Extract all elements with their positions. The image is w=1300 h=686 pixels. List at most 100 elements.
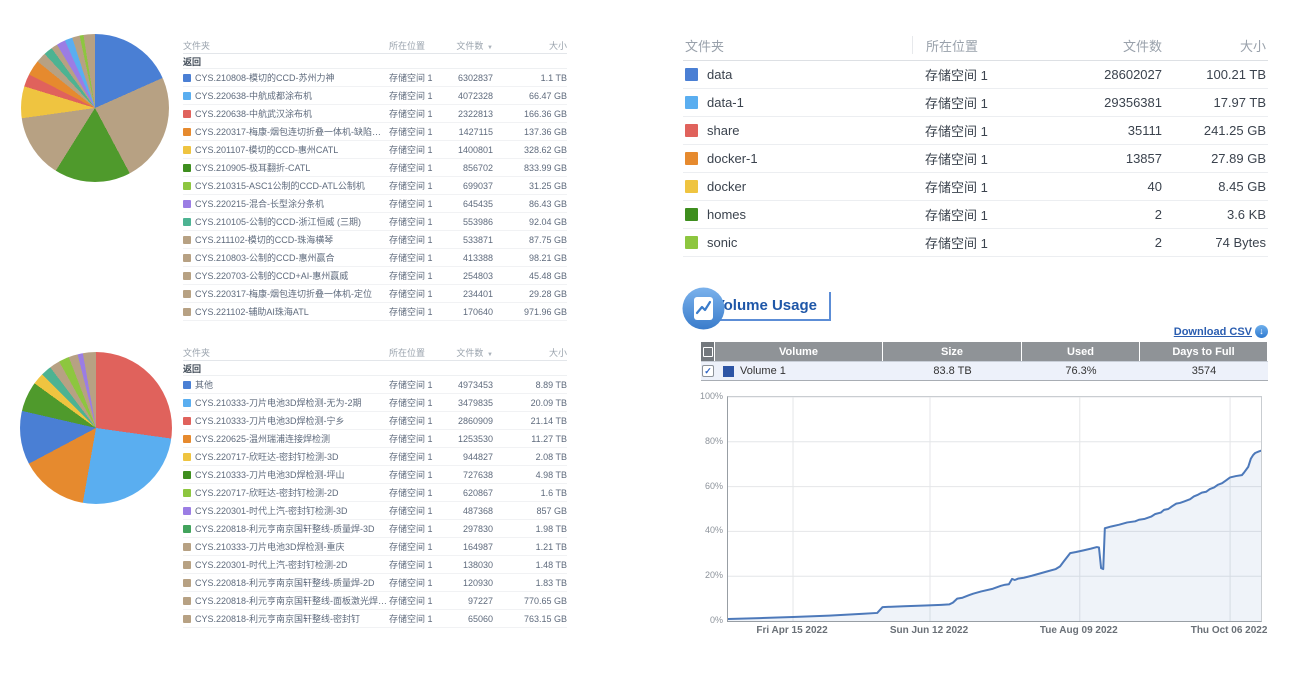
folder-row[interactable]: CYS.210803-公制的CCD-惠州赢合存储空间 141338898.21 … — [183, 249, 567, 267]
folder-row[interactable]: docker-1存储空间 11385727.89 GB — [683, 145, 1268, 173]
column-header-size[interactable]: 大小 — [493, 346, 567, 359]
folder-row[interactable]: share存储空间 135111241.25 GB — [683, 117, 1268, 145]
folder-filecount: 234401 — [437, 289, 493, 299]
folder-location: 存储空间 1 — [389, 468, 437, 481]
folder-name: CYS.221102-辅助AI珠海ATL — [195, 305, 309, 318]
column-header-volume[interactable]: Volume — [715, 342, 883, 361]
back-row[interactable]: 返回 — [183, 54, 567, 69]
column-header-folder[interactable]: 文件夹 — [183, 39, 389, 52]
folder-location: 存储空间 1 — [389, 107, 437, 120]
select-all-checkbox[interactable] — [701, 342, 715, 361]
column-header-size[interactable]: Size — [883, 342, 1022, 361]
folder-location: 存储空间 1 — [389, 504, 437, 517]
folder-row[interactable]: CYS.221102-辅助AI珠海ATL存储空间 1170640971.96 G… — [183, 303, 567, 321]
folder-size: 3.6 KB — [1162, 207, 1268, 222]
column-header-size[interactable]: 大小 — [1162, 36, 1268, 55]
column-header-folder[interactable]: 文件夹 — [183, 346, 389, 359]
folder-row[interactable]: CYS.201107-模切的CCD-惠州CATL存储空间 11400801328… — [183, 141, 567, 159]
column-header-used[interactable]: Used — [1022, 342, 1140, 361]
folder-name-cell: CYS.220818-利元亨南京国轩整线-质量焊-2D — [183, 576, 389, 589]
folder-location: 存储空间 1 — [389, 612, 437, 625]
download-csv-icon[interactable]: ↓ — [1255, 325, 1268, 338]
folder-size: 87.75 GB — [493, 235, 567, 245]
column-header-location[interactable]: 所在位置 — [389, 39, 437, 52]
folder-row[interactable]: CYS.220703-公制的CCD+AI-惠州赢威存储空间 125480345.… — [183, 267, 567, 285]
folder-row[interactable]: homes存储空间 123.6 KB — [683, 201, 1268, 229]
folder-row[interactable]: CYS.210333-刀片电池3D焊检测-重庆存储空间 11649871.21 … — [183, 538, 567, 556]
folder-row[interactable]: CYS.220638-中航成都涂布机存储空间 1407232866.47 GB — [183, 87, 567, 105]
folder-row[interactable]: 其他存储空间 149734538.89 TB — [183, 376, 567, 394]
folder-row[interactable]: CYS.220215-混合-长型涂分条机存储空间 164543586.43 GB — [183, 195, 567, 213]
legend-color-square — [183, 435, 191, 443]
column-header-location[interactable]: 所在位置 — [912, 36, 1058, 54]
column-header-folder[interactable]: 文件夹 — [683, 36, 912, 55]
folder-size: 20.09 TB — [493, 398, 567, 408]
folder-name: CYS.220215-混合-长型涂分条机 — [195, 197, 324, 210]
column-header-days-to-full[interactable]: Days to Full — [1140, 342, 1268, 361]
folder-size: 98.21 GB — [493, 253, 567, 263]
column-header-location[interactable]: 所在位置 — [389, 346, 437, 359]
folder-location: 存储空间 1 — [912, 121, 1058, 140]
folder-row[interactable]: CYS.220717-欣旺达-密封钉检测-2D存储空间 16208671.6 T… — [183, 484, 567, 502]
folder-row[interactable]: CYS.220818-利元亨南京国轩整线-质量焊-3D存储空间 12978301… — [183, 520, 567, 538]
column-header-filecount[interactable]: 文件数 ▼ — [437, 346, 493, 359]
folder-size: 1.1 TB — [493, 73, 567, 83]
legend-color-square — [183, 290, 191, 298]
checkbox-checked-icon[interactable]: ✓ — [702, 365, 714, 377]
column-header-filecount[interactable]: 文件数 — [1058, 36, 1162, 55]
folder-row[interactable]: CYS.220301-时代上汽-密封钉检测-2D存储空间 11380301.48… — [183, 556, 567, 574]
storage-analyzer-screen: 文件夹所在位置文件数 ▼大小返回CYS.210808-模切的CCD-苏州力神存储… — [0, 0, 1300, 686]
folder-row[interactable]: CYS.220301-时代上汽-密封钉检测-3D存储空间 1487368857 … — [183, 502, 567, 520]
folder-filecount: 4072328 — [437, 91, 493, 101]
folder-row[interactable]: CYS.210333-刀片电池3D焊检测-宁乡存储空间 1286090921.1… — [183, 412, 567, 430]
folder-size: 8.45 GB — [1162, 179, 1268, 194]
column-header-size[interactable]: 大小 — [493, 39, 567, 52]
folder-size: 100.21 TB — [1162, 67, 1268, 82]
folder-location: 存储空间 1 — [389, 594, 437, 607]
x-axis-tick-label: Thu Oct 06 2022 — [1164, 625, 1294, 636]
folder-name-cell: docker — [683, 179, 912, 194]
table-header-row: 文件夹所在位置文件数 ▼大小 — [183, 38, 567, 54]
folder-row[interactable]: CYS.210333-刀片电池3D焊检测-坪山存储空间 17276384.98 … — [183, 466, 567, 484]
folder-filecount: 170640 — [437, 307, 493, 317]
folder-size: 763.15 GB — [493, 614, 567, 624]
folder-row[interactable]: sonic存储空间 1274 Bytes — [683, 229, 1268, 257]
folder-row[interactable]: CYS.210333-刀片电池3D焊检测-无为-2期存储空间 134798352… — [183, 394, 567, 412]
folder-row[interactable]: CYS.220317-梅康-烟包连切折叠一体机-缺陷检测存储空间 1142711… — [183, 123, 567, 141]
folder-row[interactable]: CYS.210808-模切的CCD-苏州力神存储空间 163028371.1 T… — [183, 69, 567, 87]
folder-row[interactable]: CYS.220818-利元亨南京国轩整线-质量焊-2D存储空间 11209301… — [183, 574, 567, 592]
folder-row[interactable]: CYS.220317-梅康-烟包连切折叠一体机-定位存储空间 123440129… — [183, 285, 567, 303]
folder-filecount: 40 — [1058, 179, 1162, 194]
folder-row[interactable]: CYS.220625-温州瑞浦连接焊检测存储空间 1125353011.27 T… — [183, 430, 567, 448]
legend-color-square — [183, 110, 191, 118]
folder-row[interactable]: CYS.220818-利元亨南京国轩整线-面板激光焊接-...存储空间 1972… — [183, 592, 567, 610]
volume-name: Volume 1 — [740, 365, 786, 377]
download-csv-label[interactable]: Download CSV — [1174, 326, 1252, 338]
folder-row[interactable]: CYS.220638-中航武汉涂布机存储空间 12322813166.36 GB — [183, 105, 567, 123]
folder-filecount: 1400801 — [437, 145, 493, 155]
folder-row[interactable]: data-1存储空间 12935638117.97 TB — [683, 89, 1268, 117]
legend-color-square — [685, 68, 698, 81]
folder-row[interactable]: data存储空间 128602027100.21 TB — [683, 61, 1268, 89]
folder-row[interactable]: docker存储空间 1408.45 GB — [683, 173, 1268, 201]
folder-row[interactable]: CYS.211102-模切的CCD-珠海横琴存储空间 153387187.75 … — [183, 231, 567, 249]
column-header-filecount[interactable]: 文件数 ▼ — [437, 39, 493, 52]
folder-row[interactable]: CYS.210315-ASC1公制的CCD-ATL公制机存储空间 1699037… — [183, 177, 567, 195]
folder-filecount: 2322813 — [437, 109, 493, 119]
folder-size: 27.89 GB — [1162, 151, 1268, 166]
folder-row[interactable]: CYS.220818-利元亨南京国轩整线-密封钉存储空间 165060763.1… — [183, 610, 567, 628]
volume-usage-icon — [682, 287, 725, 330]
volume-checkbox-cell[interactable]: ✓ — [701, 362, 715, 380]
folder-name-cell: data-1 — [683, 95, 912, 110]
folder-row[interactable]: CYS.210105-公制的CCD-浙江恒威 (三期)存储空间 15539869… — [183, 213, 567, 231]
folder-row[interactable]: CYS.210905-极耳翻折-CATL存储空间 1856702833.99 G… — [183, 159, 567, 177]
folder-filecount: 2 — [1058, 207, 1162, 222]
download-csv-link[interactable]: Download CSV ↓ — [1118, 325, 1268, 338]
back-row[interactable]: 返回 — [183, 361, 567, 376]
folder-name: CYS.220625-温州瑞浦连接焊检测 — [195, 432, 330, 445]
volume-row[interactable]: ✓Volume 183.8 TB76.3%3574 — [701, 361, 1268, 380]
x-axis-tick-label: Tue Aug 09 2022 — [1014, 625, 1144, 636]
folder-location: 存储空间 1 — [389, 269, 437, 282]
folder-filecount: 120930 — [437, 578, 493, 588]
folder-row[interactable]: CYS.220717-欣旺达-密封钉检测-3D存储空间 19448272.08 … — [183, 448, 567, 466]
